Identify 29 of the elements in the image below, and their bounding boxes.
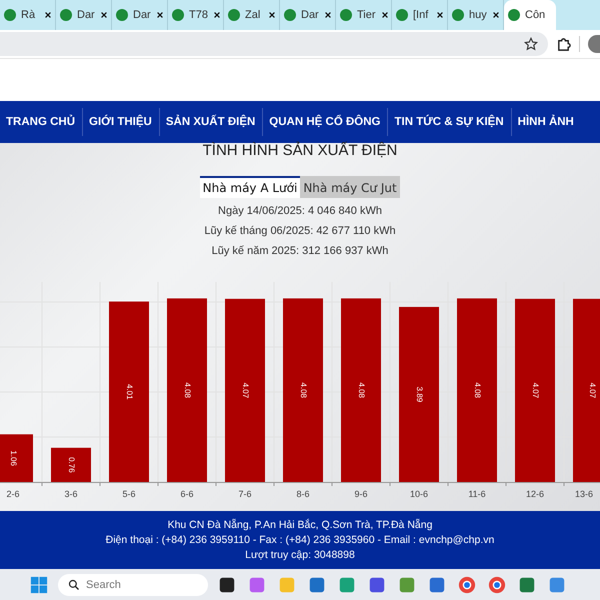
axis-label: 8-6: [296, 489, 310, 499]
stat-text: Ngày 14/06/2025: 4 046 840 kWh: [218, 205, 382, 218]
stat-text: Lũy kế năm 2025: 312 166 937 kWh: [212, 245, 388, 258]
axis-label: 6-6: [180, 489, 194, 499]
bar-value-label: 0.76: [66, 457, 76, 473]
bar-value-label: 4.01: [124, 384, 134, 400]
bar-value-label: 1.06: [8, 450, 18, 466]
section-title: TÌNH HÌNH SẢN XUẤT ĐIỆN: [202, 143, 398, 159]
bar-value-label: 4.08: [298, 382, 308, 398]
bar-value-label: 4.08: [472, 382, 482, 398]
bar-value-label: 3.89: [414, 386, 424, 402]
footer-text: Điện thoại : (+84) 236 3959110 - Fax : (+84) 236 3935960 - Email : evnchp@chp.vn: [106, 533, 494, 547]
axis-label: 3-6: [64, 489, 78, 499]
bar-value-label: 4.08: [356, 382, 366, 398]
axis-label: 13-6: [574, 489, 593, 499]
axis-label: 5-6: [122, 489, 136, 499]
axis-label: 10-6: [410, 489, 428, 499]
bar-value-label: 4.07: [240, 382, 250, 398]
footer-text: Lượt truy cập: 3048898: [245, 548, 355, 562]
axis-label: 11-6: [468, 489, 486, 499]
bar-value-label: 4.07: [588, 382, 597, 398]
axis-label: 7-6: [238, 489, 252, 499]
axis-label: 2-6: [6, 489, 20, 499]
footer-text: Khu CN Đà Nẵng, P.An Hải Bắc, Q.Sơn Trà, TP.Đà Nẵng: [168, 518, 432, 532]
bar-value-label: 4.08: [182, 382, 192, 398]
stat-text: Lũy kế tháng 06/2025: 42 677 110 kWh: [204, 225, 396, 238]
axis-label: 9-6: [354, 489, 368, 499]
axis-label: 12-6: [526, 489, 544, 499]
bar-value-label: 4.07: [530, 382, 540, 398]
